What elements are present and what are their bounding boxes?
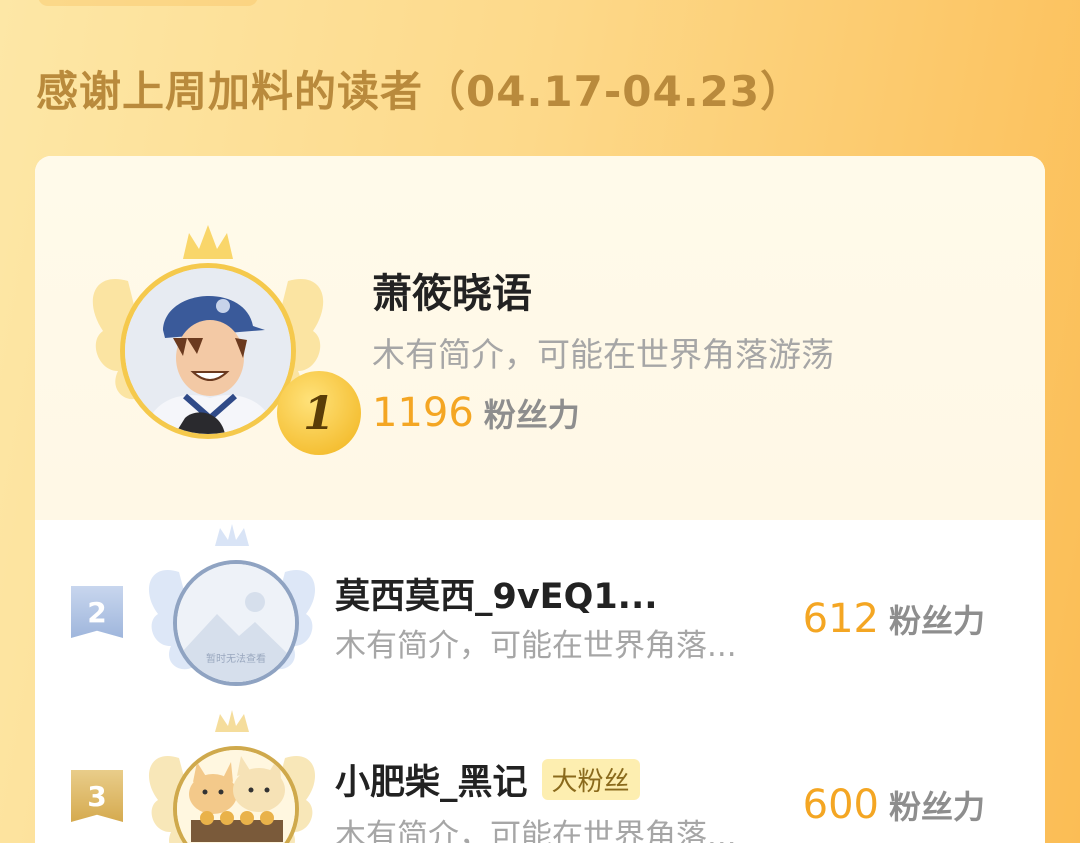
rank-2-bio: 木有简介，可能在世界角落...: [335, 628, 737, 664]
anime-baseball-player-image: [125, 268, 291, 434]
section-title: 感谢上周加料的读者（04.17-04.23）: [36, 67, 804, 116]
rank-2-username[interactable]: 莫西莫西_9vEQ1...: [335, 568, 658, 619]
rank-3-bio: 木有简介，可能在世界角落...: [335, 818, 737, 843]
rank-1-score-unit: 粉丝力: [483, 396, 580, 434]
rank-1-username[interactable]: 萧筱晓语: [372, 261, 532, 319]
rank-3-fan-power: 600 粉丝力: [803, 782, 985, 828]
rank-2-row[interactable]: 2 暂时无法查看 莫西莫西_9vEQ1... 木有简介，可能在世界角落... 6…: [35, 522, 1045, 692]
ranking-board: 1 萧筱晓语 木有简介，可能在世界角落游荡 1196粉丝力 2 暂时无法查看: [35, 156, 1045, 843]
rank-3-score-value: 600: [802, 782, 879, 828]
rank-3-username-line[interactable]: 小肥柴_黑记 大粉丝: [335, 754, 640, 805]
rank-2-score-unit: 粉丝力: [888, 602, 985, 640]
rank-1-avatar-frame: 1: [83, 221, 361, 455]
rank-1-bio: 木有简介，可能在世界角落游荡: [372, 335, 834, 374]
rank-3-badge: 3: [71, 770, 123, 822]
rank-2-fan-power: 612 粉丝力: [803, 596, 985, 642]
rank-1-card[interactable]: 1 萧筱晓语 木有简介，可能在世界角落游荡 1196 粉丝力: [35, 156, 1045, 520]
shiba-dogs-cartoon-image: [177, 750, 295, 843]
rank-1-avatar[interactable]: [120, 263, 296, 439]
rank-2-badge: 2: [71, 586, 123, 638]
rank-2-avatar[interactable]: 暂时无法查看: [173, 560, 299, 686]
rank-2-avatar-caption: 暂时无法查看: [206, 654, 266, 665]
big-fan-tag: 大粉丝: [541, 759, 640, 800]
rank-2-avatar-frame: 暂时无法查看: [143, 522, 321, 692]
rank-1-score-value: 1196: [372, 390, 474, 436]
rank-3-row[interactable]: 3 小肥柴_黑记 大粉丝 木有简介，可能在世界角落... 600 粉丝力: [35, 708, 1045, 843]
rank-2-score-value: 612: [802, 596, 879, 642]
rank-3-score-unit: 粉丝力: [888, 788, 985, 826]
scrolled-element-edge: [38, 0, 258, 6]
rank-1-fan-power: 1196 粉丝力: [372, 390, 580, 436]
rank-1-badge: 1: [277, 371, 361, 455]
rank-3-avatar-frame: [143, 708, 321, 843]
rank-3-username[interactable]: 小肥柴_黑记: [335, 763, 528, 803]
